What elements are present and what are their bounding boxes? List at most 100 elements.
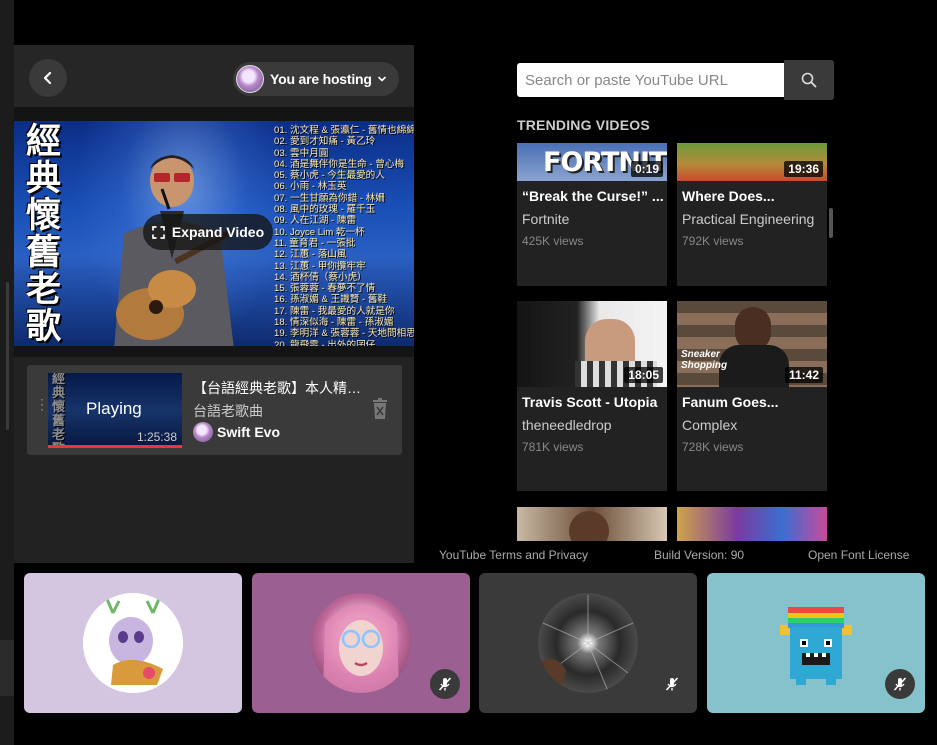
video-views: 728K views [682,440,744,454]
left-sidebar-strip [0,0,14,745]
video-tracklist: 01. 沈文程 & 張瀛仁 - 舊情也綿綿 02. 愛到才知痛 - 黃乙玲 03. … [274,125,414,346]
video-views: 425K views [522,234,584,248]
video-card[interactable] [677,507,827,541]
video-channel: Practical Engineering [682,211,815,227]
tracklist-line: 13. 江蕙 - 甲你攬牢牢 [274,260,366,272]
trending-heading: TRENDING VIDEOS [517,117,650,133]
queue-item-channel: 台語老歌曲 [193,403,263,419]
video-card[interactable]: 18:05 Travis Scott - Utopia theneedledro… [517,301,667,491]
woman-avatar [323,605,399,693]
hosting-label: You are hosting [270,71,372,87]
video-thumbnail: 19:36 [677,143,827,181]
video-card[interactable] [517,507,667,541]
tracklist-line: 16. 孫淑媚 & 王識賢 - 舊鞋 [274,294,388,306]
tracklist-line: 19. 李明洋 & 張蓉蓉 - 天地問相思 [274,328,414,340]
muted-microphone-button[interactable] [430,669,460,699]
font-license-link[interactable]: Open Font License [808,548,909,562]
participant-avatar [83,593,183,693]
mic-off-icon [438,677,452,691]
video-views: 781K views [522,440,584,454]
trash-icon[interactable] [372,398,388,420]
tracklist-line: 11. 童育君 - 一張批 [274,237,356,249]
participant-tile[interactable] [24,573,242,713]
tracklist-line: 18. 情深似海 - 陳雷 - 孫淑媚 [274,317,394,329]
expand-video-label: Expand Video [171,224,265,240]
tracklist-line: 01. 沈文程 & 張瀛仁 - 舊情也綿綿 [274,125,414,136]
chevron-down-icon [377,76,386,82]
video-thumbnail [677,507,827,541]
video-duration: 11:42 [784,367,823,383]
video-title: Fanum Goes... [682,394,779,410]
tracklist-line: 20. 龍飛雯 - 出外的囝仔 [274,339,376,346]
video-views: 792K views [682,234,744,248]
hosting-menu-button[interactable]: You are hosting [233,62,399,96]
tracklist-line: 09. 人在江湖 - 陳雷 [274,215,357,227]
video-thumb-title: 經典懷舊老歌 [26,121,62,346]
tracklist-line: 05. 蔡小虎 - 今生最愛的人 [274,170,385,182]
participant-tile[interactable] [707,573,925,713]
pixel-monster-avatar [780,607,852,685]
queue-item-added-by: Swift Evo [193,422,280,442]
deer-creature-avatar [83,593,183,693]
build-version: Build Version: 90 [654,548,745,562]
playing-label: Playing [86,399,142,418]
video-channel: Complex [682,417,738,433]
chevron-left-icon [43,71,52,85]
search-input[interactable] [517,63,784,97]
video-card[interactable]: 19:36 Where Does... Practical Engineerin… [677,143,827,286]
video-channel: Fortnite [522,211,570,227]
video-card[interactable]: Sneaker Shopping 11:42 Fanum Goes... Com… [677,301,827,491]
video-thumbnail: 18:05 [517,301,667,387]
tracklist-line: 06. 小雨 - 林玉英 [274,181,347,193]
video-thumbnail: FORTNITE 0:19 [517,143,667,181]
expand-icon [151,225,165,239]
queue-item[interactable]: ⋮⋮ 經典懷舊老歌 Playing 1:25:38 【台語經典老歌】本人精選..… [27,365,402,455]
queue-item-title: 【台語經典老歌】本人精選... [193,380,363,396]
trending-grid: FORTNITE 0:19 “Break the Curse!” ... For… [517,143,837,541]
participant-avatar [766,593,866,693]
tracklist-line: 07. 一生甘願為你錯 - 林姍 [274,192,385,204]
added-by-name: Swift Evo [217,424,281,440]
tracklist-line: 03. 雲中月圓 [274,147,329,159]
host-avatar [236,65,264,93]
tracklist-line: 17. 陳雷 - 我最愛的人就是你 [274,305,395,317]
expand-video-button[interactable]: Expand Video [143,214,273,250]
back-button[interactable] [29,59,67,97]
muted-microphone-button[interactable] [657,669,687,699]
video-duration: 0:19 [630,161,663,177]
person-figure [569,511,609,541]
video-title: Travis Scott - Utopia [522,394,658,410]
queue-item-duration: 1:25:38 [136,430,177,444]
tracklist-line: 14. 酒杯倩（蔡小虎） [274,271,367,283]
mic-off-icon [665,677,679,691]
search-button[interactable] [784,60,834,100]
video-title: Where Does... [682,188,775,204]
tracklist-line: 10. Joyce Lim 乾一杯 [274,226,365,238]
trending-scrollbar[interactable] [829,208,833,238]
user-avatar [193,422,213,442]
video-channel: theneedledrop [522,417,612,433]
video-title: “Break the Curse!” ... [522,188,664,204]
sidebar-segment [0,640,14,696]
thumbnail-text: Sneaker Shopping [681,349,728,371]
tracklist-line: 04. 酒是舞伴你是生命 - 曾心梅 [274,158,405,170]
tracklist-line: 15. 張蓉蓉 - 春夢不了情 [274,283,376,295]
mic-off-icon [893,677,907,691]
participant-avatar [538,593,638,693]
video-duration: 18:05 [624,367,663,383]
participant-avatar [311,593,411,693]
sidebar-scroll-knob[interactable] [6,282,9,430]
tracklist-line: 12. 江蕙 - 落山風 [274,249,347,261]
participant-tile[interactable] [252,573,470,713]
video-duration: 19:36 [784,161,823,177]
video-card[interactable]: FORTNITE 0:19 “Break the Curse!” ... For… [517,143,667,286]
terms-link[interactable]: YouTube Terms and Privacy [439,548,588,562]
queue-item-thumbnail[interactable]: 經典懷舊老歌 Playing 1:25:38 [48,373,182,448]
video-thumbnail [517,507,667,541]
video-thumbnail: Sneaker Shopping 11:42 [677,301,827,387]
participant-tile[interactable] [479,573,697,713]
tracklist-line: 02. 愛到才知痛 - 黃乙玲 [274,136,376,148]
search-icon [801,72,817,88]
muted-microphone-button[interactable] [885,669,915,699]
playback-progress-bar [48,445,182,448]
